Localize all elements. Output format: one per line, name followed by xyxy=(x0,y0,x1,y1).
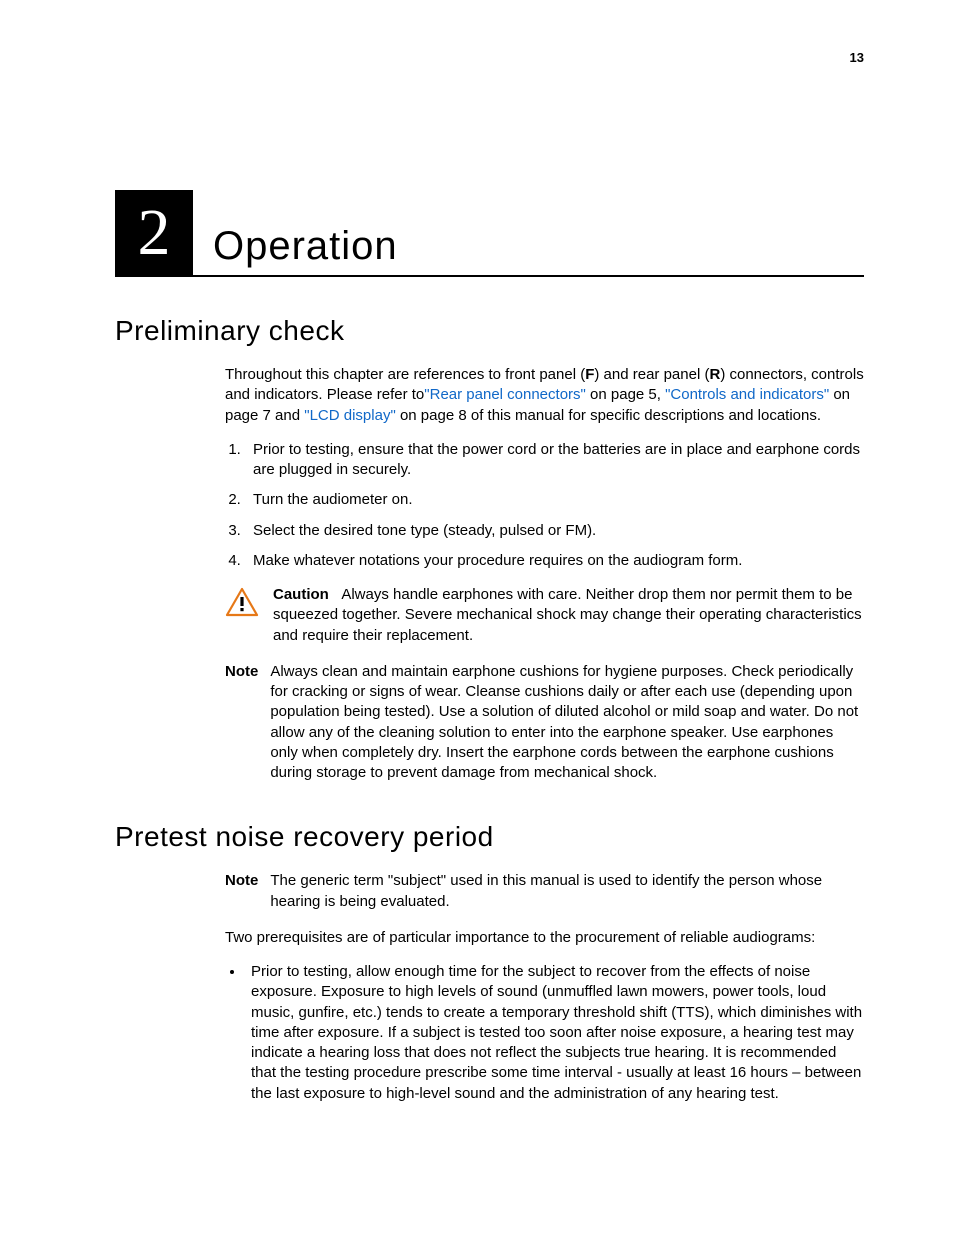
caution-text: Always handle earphones with care. Neith… xyxy=(273,586,862,644)
text: on page 5, xyxy=(586,386,665,403)
text: Throughout this chapter are references t… xyxy=(225,366,585,383)
link-lcd-display[interactable]: "LCD display" xyxy=(304,407,396,424)
chapter-heading: 2 Operation xyxy=(115,190,864,277)
list-item: Prior to testing, ensure that the power … xyxy=(245,440,864,481)
page-number: 13 xyxy=(850,50,864,65)
caution-label: Caution xyxy=(273,586,329,603)
caution-icon xyxy=(225,587,259,623)
chapter-title: Operation xyxy=(213,224,398,269)
section2-content: Note The generic term "subject" used in … xyxy=(225,871,864,1104)
bold-r: R xyxy=(709,366,720,383)
section1-content: Throughout this chapter are references t… xyxy=(225,365,864,783)
list-item: Select the desired tone type (steady, pu… xyxy=(245,521,864,541)
text: on page 8 of this manual for specific de… xyxy=(396,407,821,424)
intro-paragraph: Throughout this chapter are references t… xyxy=(225,365,864,426)
section-title-pretest-noise-recovery: Pretest noise recovery period xyxy=(115,821,864,853)
bold-f: F xyxy=(585,366,594,383)
bullet-list: Prior to testing, allow enough time for … xyxy=(225,962,864,1104)
chapter-number-box: 2 xyxy=(115,190,193,275)
caution-body: Caution Always handle earphones with car… xyxy=(273,585,864,646)
list-item: Prior to testing, allow enough time for … xyxy=(245,962,864,1104)
link-rear-panel-connectors[interactable]: "Rear panel connectors" xyxy=(424,386,586,403)
steps-list: Prior to testing, ensure that the power … xyxy=(225,440,864,571)
page: 13 2 Operation Preliminary check Through… xyxy=(0,0,954,1235)
note-label: Note xyxy=(225,662,258,682)
note-text: Always clean and maintain earphone cushi… xyxy=(270,662,864,784)
note-callout-2: Note The generic term "subject" used in … xyxy=(225,871,864,912)
note-callout-1: Note Always clean and maintain earphone … xyxy=(225,662,864,784)
chapter-number: 2 xyxy=(138,200,171,266)
caution-callout: Caution Always handle earphones with car… xyxy=(225,585,864,646)
note-label: Note xyxy=(225,871,258,891)
text: ) and rear panel ( xyxy=(594,366,709,383)
note-text: The generic term "subject" used in this … xyxy=(270,871,864,912)
link-controls-and-indicators[interactable]: "Controls and indicators" xyxy=(665,386,829,403)
list-item: Make whatever notations your procedure r… xyxy=(245,551,864,571)
list-item: Turn the audiometer on. xyxy=(245,490,864,510)
prerequisites-paragraph: Two prerequisites are of particular impo… xyxy=(225,928,864,948)
section-title-preliminary-check: Preliminary check xyxy=(115,315,864,347)
